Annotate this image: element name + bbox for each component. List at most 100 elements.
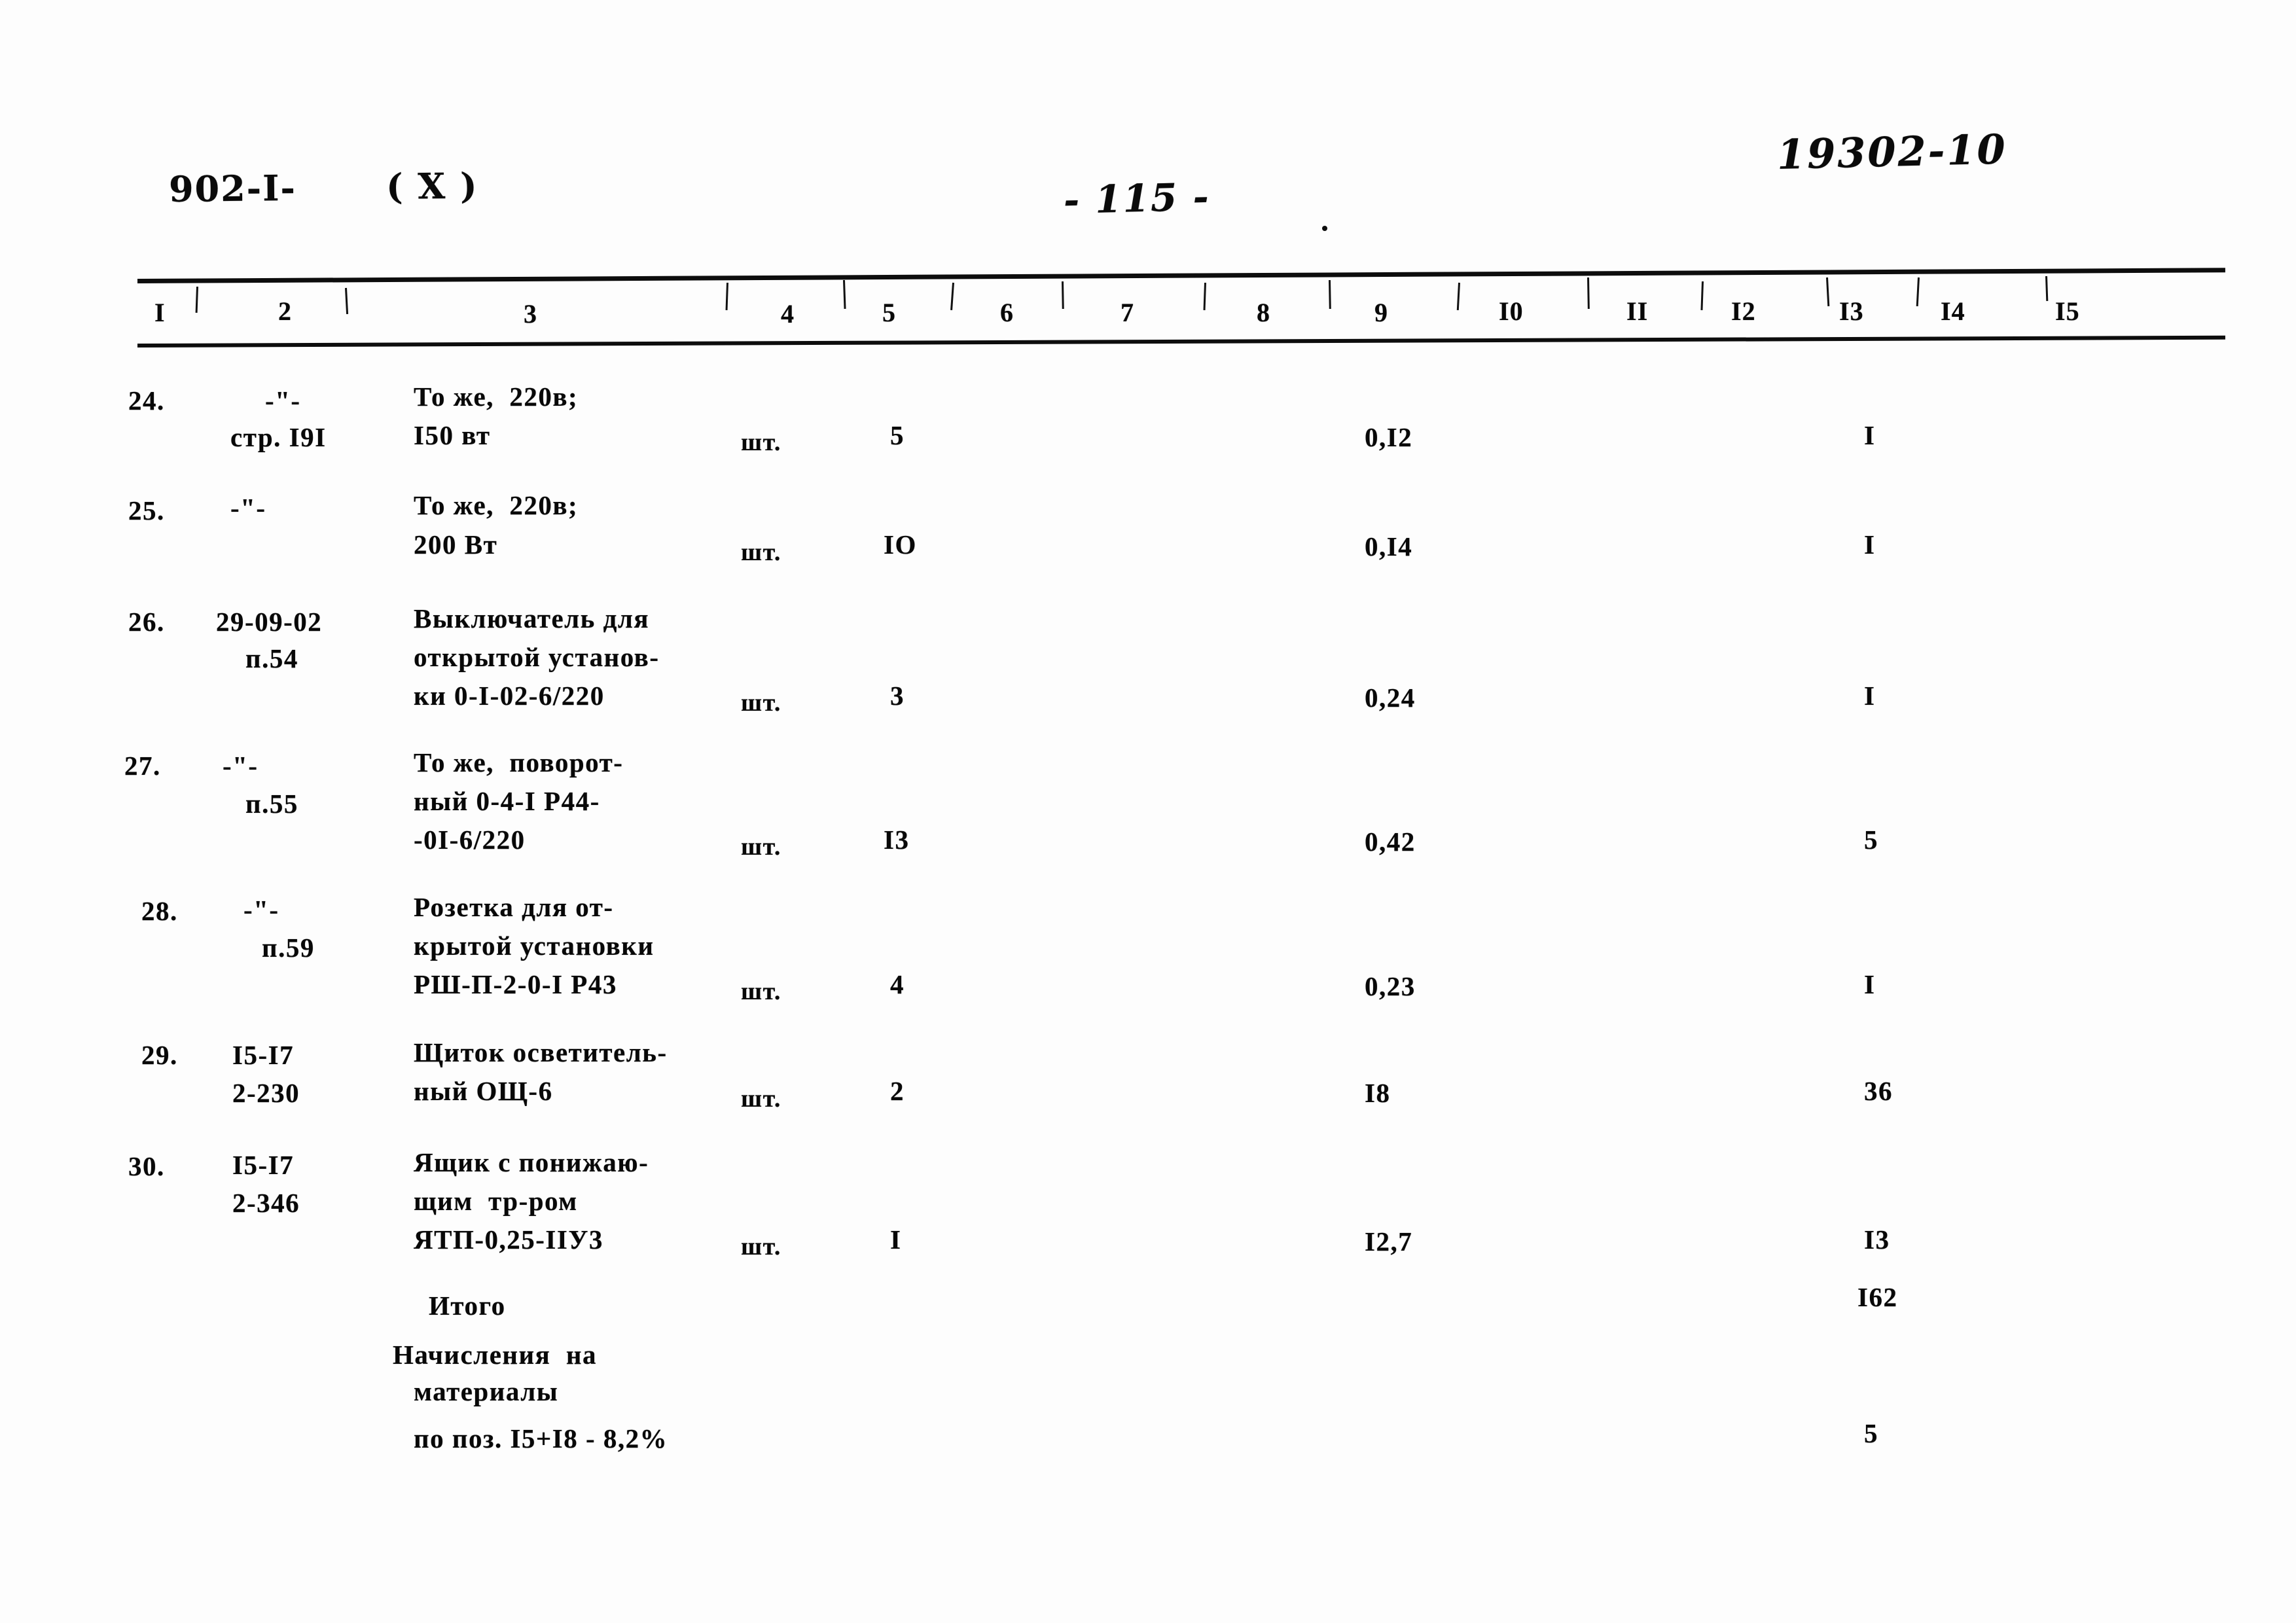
row-desc-line1: То же, поворот-: [414, 747, 624, 777]
row-number: 27.: [124, 751, 161, 781]
column-tick: [1203, 282, 1206, 311]
album-variant: ( X ): [386, 164, 478, 207]
column-tick: [2045, 276, 2049, 302]
column-tick: [1700, 281, 1704, 311]
row-number: 30.: [128, 1151, 165, 1181]
page-number: - 115 -: [1063, 174, 1211, 223]
summary-col13: 5: [1864, 1418, 1878, 1448]
row-col13: I: [1864, 969, 1876, 999]
scan-artifact-dot: [1322, 226, 1327, 231]
row-unit: шт.: [741, 833, 781, 861]
row-code-line2: п.59: [262, 933, 315, 963]
column-header-2: 2: [278, 296, 292, 326]
row-col9: I2,7: [1365, 1226, 1413, 1257]
row-code-line1: -"-: [223, 751, 259, 781]
column-tick: [195, 286, 198, 313]
row-code-line2: п.55: [245, 789, 298, 819]
column-header-11: II: [1626, 296, 1649, 326]
column-header-1: I: [154, 298, 166, 327]
row-code-line1: -"-: [243, 895, 279, 925]
row-unit: шт.: [741, 1085, 781, 1113]
row-quantity: I: [890, 1224, 902, 1255]
row-desc-line3: ки 0-I-02-6/220: [414, 681, 605, 711]
row-quantity: 2: [890, 1076, 905, 1106]
column-tick: [1062, 281, 1064, 310]
column-tick: [950, 282, 954, 311]
column-header-13: I3: [1839, 296, 1864, 326]
row-code-line2: 2-230: [232, 1078, 300, 1108]
row-number: 28.: [141, 896, 178, 926]
column-header-5: 5: [882, 298, 896, 327]
row-col9: 0,24: [1365, 683, 1416, 713]
row-number: 26.: [128, 607, 165, 637]
column-header-3: 3: [524, 299, 537, 329]
row-desc-line2: ный 0-4-I Р44-: [414, 786, 600, 816]
row-col13: I: [1864, 529, 1876, 560]
column-header-14: I4: [1941, 296, 1965, 326]
column-tick: [1456, 282, 1460, 311]
row-desc-line2: щим тр-ром: [414, 1186, 578, 1216]
row-desc-line1: То же, 220в;: [414, 382, 579, 412]
column-tick: [345, 287, 349, 315]
row-col9: I8: [1365, 1078, 1391, 1108]
row-desc-line2: крытой установки: [414, 931, 655, 961]
summary-col13: I62: [1857, 1282, 1898, 1312]
row-desc-line2: ный ОЩ-6: [414, 1076, 553, 1106]
row-col13: I: [1864, 420, 1876, 450]
row-number: 25.: [128, 495, 165, 526]
row-code-line1: -"-: [265, 385, 301, 416]
row-unit: шт.: [741, 1233, 781, 1260]
column-header-10: I0: [1499, 296, 1524, 326]
column-tick: [843, 279, 846, 310]
row-desc-line3: -0I-6/220: [414, 825, 526, 855]
row-desc-line2: 200 Вт: [414, 529, 498, 560]
row-desc-line1: Щиток осветитель-: [414, 1037, 668, 1067]
row-col9: 0,I2: [1365, 422, 1413, 452]
row-desc-line3: ЯТП-0,25-IIУ3: [414, 1224, 603, 1255]
row-desc-line1: Выключатель для: [414, 603, 650, 633]
scanned-document-page: 902-I- ( X ) - 115 - 19302-10 I 2 3 4 5 …: [0, 0, 2296, 1623]
row-col13: 36: [1864, 1076, 1893, 1106]
column-tick: [725, 282, 728, 311]
table-header-bottom-rule: [137, 335, 2225, 348]
column-header-7: 7: [1121, 298, 1134, 327]
column-header-9: 9: [1374, 298, 1388, 327]
column-header-6: 6: [1000, 298, 1014, 327]
album-code: 902-I-: [168, 166, 297, 210]
row-code-line2: 2-346: [232, 1188, 300, 1218]
row-col9: 0,I4: [1365, 531, 1413, 562]
row-unit: шт.: [741, 978, 781, 1005]
row-unit: шт.: [741, 689, 781, 717]
row-desc-line1: То же, 220в;: [414, 490, 579, 520]
column-tick: [1916, 277, 1920, 307]
row-quantity: 4: [890, 969, 905, 999]
summary-label-line1: Начисления на: [393, 1340, 597, 1370]
row-desc-line2: I50 вт: [414, 420, 491, 450]
column-tick: [1329, 279, 1331, 310]
row-col13: I: [1864, 681, 1876, 711]
row-col13: 5: [1864, 825, 1878, 855]
row-desc-line1: Розетка для от-: [414, 892, 614, 922]
column-header-15: I5: [2055, 296, 2080, 326]
row-code-line2: п.54: [245, 643, 298, 673]
row-number: 24.: [128, 385, 165, 416]
row-col9: 0,23: [1365, 971, 1416, 1001]
table-top-rule: [137, 268, 2225, 283]
row-quantity: 3: [890, 681, 905, 711]
row-code-line1: -"-: [230, 493, 266, 523]
column-header-8: 8: [1257, 298, 1270, 327]
column-header-12: I2: [1731, 296, 1756, 326]
row-desc-line1: Ящик с понижаю-: [414, 1147, 649, 1177]
row-desc-line2: открытой установ-: [414, 642, 660, 672]
column-tick: [1587, 277, 1590, 310]
row-quantity: I3: [884, 825, 910, 855]
summary-label-line1: Итого: [429, 1291, 506, 1321]
row-code-line1: I5-I7: [232, 1040, 295, 1070]
column-tick: [1826, 277, 1830, 307]
row-unit: шт.: [741, 539, 781, 566]
column-header-4: 4: [781, 299, 795, 329]
row-quantity: 5: [890, 420, 905, 450]
row-code-line1: I5-I7: [232, 1150, 295, 1180]
archive-stamp: 19302-10: [1776, 125, 2008, 179]
row-col9: 0,42: [1365, 827, 1416, 857]
